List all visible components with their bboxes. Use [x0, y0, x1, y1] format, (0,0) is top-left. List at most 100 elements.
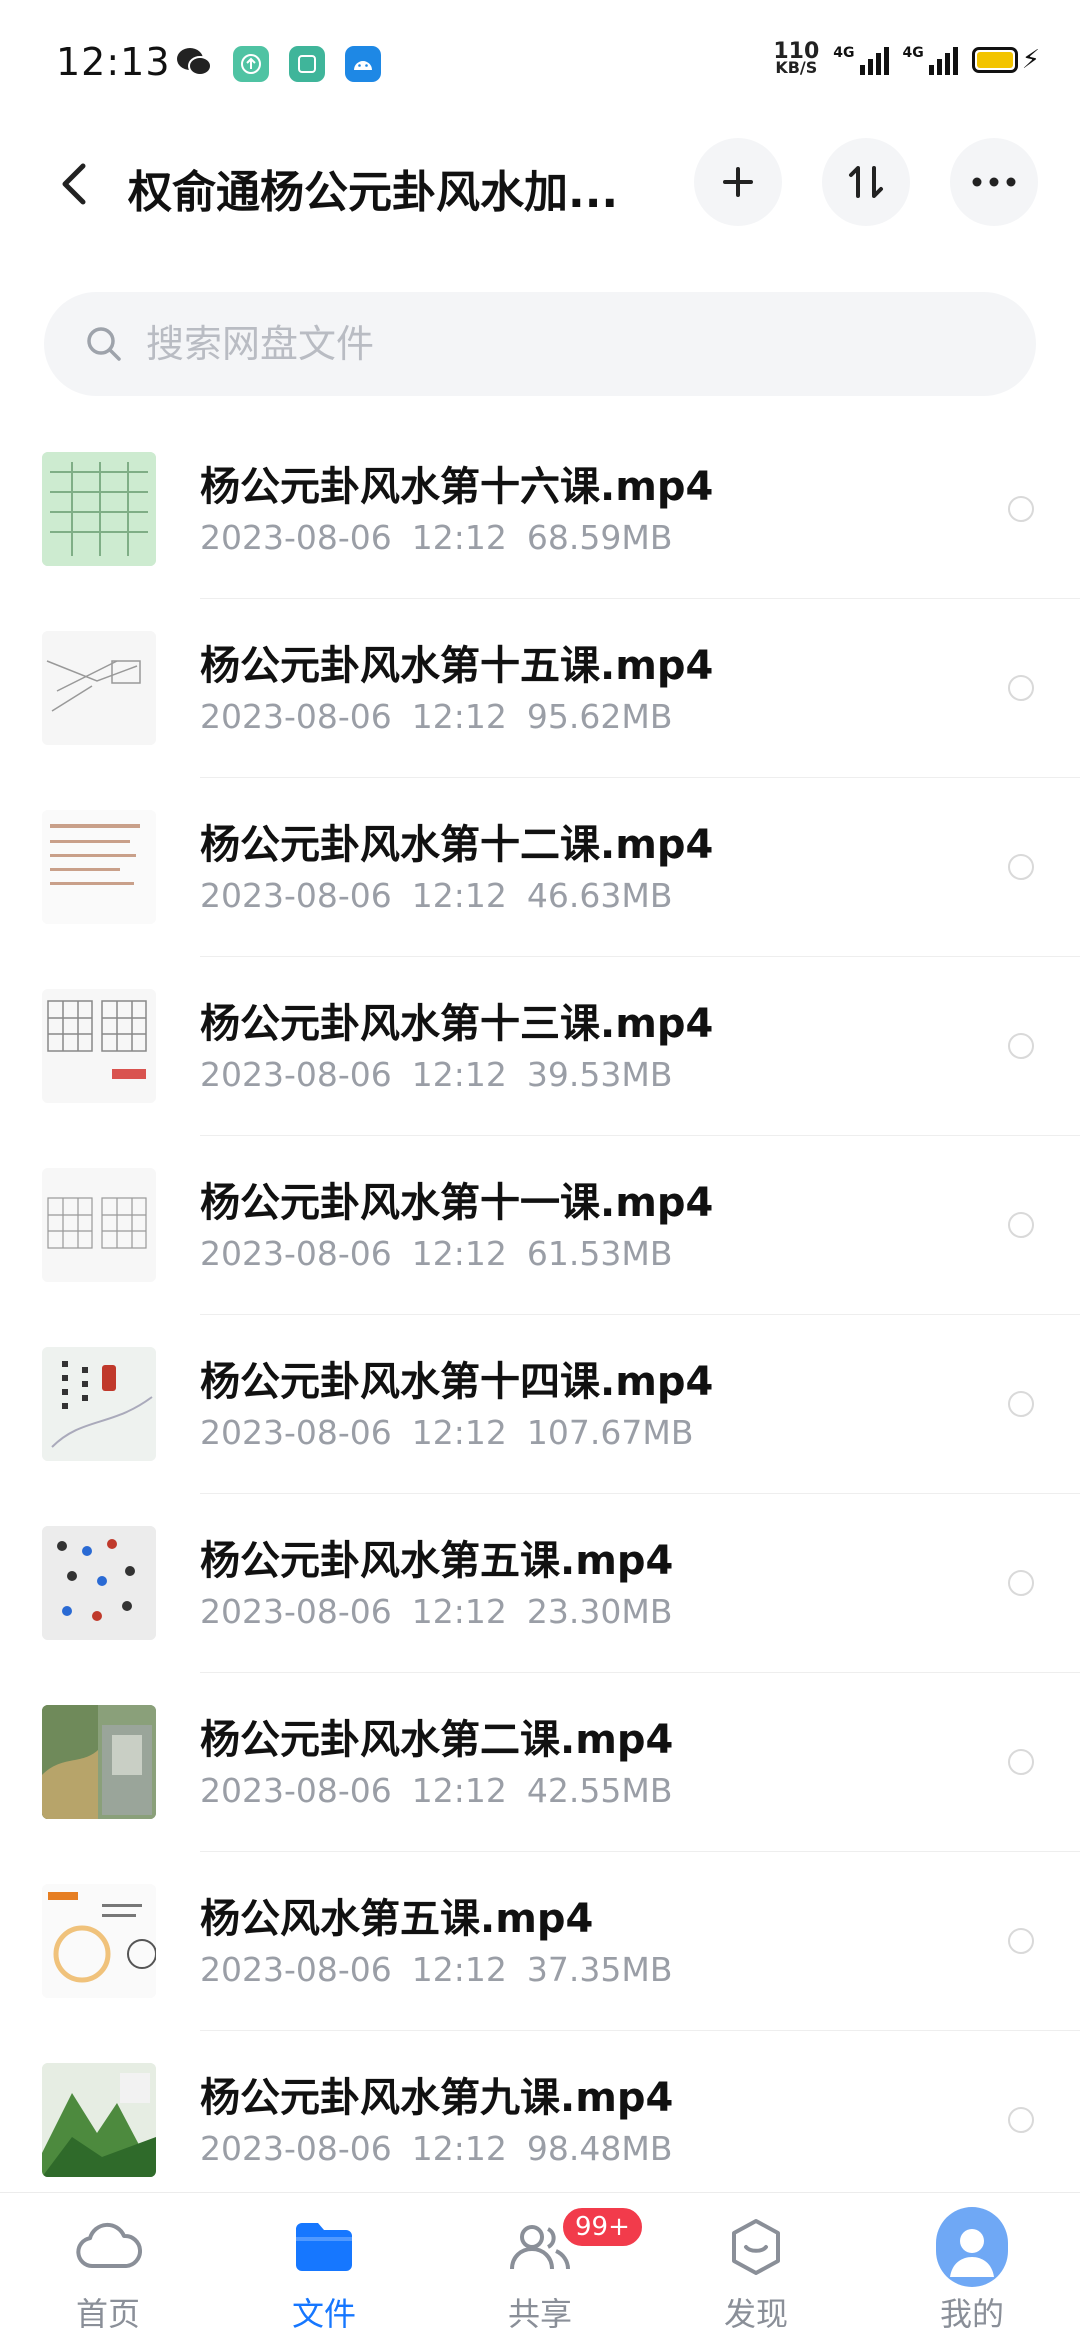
nav-discover[interactable]: 发现 [648, 2193, 864, 2340]
page-title: 权俞通杨公元卦风水加... [128, 167, 619, 218]
file-size: 42.55MB [526, 1771, 673, 1810]
file-size: 68.59MB [526, 518, 673, 557]
status-time: 12:13 [56, 40, 171, 84]
file-row[interactable]: 杨公元卦风水第二课.mp4 2023-08-06 12:12 42.55MB [0, 1673, 1080, 1852]
file-row[interactable]: 杨公元卦风水第十六课.mp4 2023-08-06 12:12 68.59MB [0, 420, 1080, 599]
more-button[interactable] [950, 138, 1038, 226]
android-app-icon [345, 46, 381, 82]
file-name: 杨公元卦风水第十一课.mp4 [200, 1180, 714, 1226]
search-input[interactable] [144, 321, 944, 367]
file-date: 2023-08-06 [200, 1592, 392, 1631]
file-time: 12:12 [411, 1592, 507, 1631]
video-thumbnail [42, 2063, 156, 2177]
search-bar[interactable] [44, 292, 1036, 396]
file-date: 2023-08-06 [200, 1055, 392, 1094]
signal-1-icon: 4G [833, 45, 889, 75]
select-checkbox[interactable] [1008, 675, 1034, 701]
file-meta: 2023-08-06 12:12 107.67MB [200, 1413, 713, 1452]
file-date: 2023-08-06 [200, 518, 392, 557]
file-time: 12:12 [411, 518, 507, 557]
window-app-icon [289, 46, 325, 82]
video-thumbnail [42, 1705, 156, 1819]
file-size: 61.53MB [526, 1234, 673, 1273]
search-icon [87, 327, 121, 361]
file-row[interactable]: 杨公元卦风水第五课.mp4 2023-08-06 12:12 23.30MB [0, 1494, 1080, 1673]
signal-2-label: 4G [902, 45, 924, 61]
select-checkbox[interactable] [1008, 2107, 1034, 2133]
sort-icon [849, 166, 883, 198]
share-badge: 99+ [560, 2205, 645, 2249]
file-row[interactable]: 杨公风水第五课.mp4 2023-08-06 12:12 37.35MB [0, 1852, 1080, 2031]
file-row[interactable]: 杨公元卦风水第十三课.mp4 2023-08-06 12:12 39.53MB [0, 957, 1080, 1136]
file-row[interactable]: 杨公元卦风水第十一课.mp4 2023-08-06 12:12 61.53MB [0, 1136, 1080, 1315]
file-meta: 2023-08-06 12:12 95.62MB [200, 697, 692, 736]
file-size: 98.48MB [526, 2129, 673, 2168]
file-row[interactable]: 杨公元卦风水第九课.mp4 2023-08-06 12:12 98.48MB [0, 2031, 1080, 2210]
select-checkbox[interactable] [1008, 1391, 1034, 1417]
back-button[interactable] [44, 154, 104, 214]
sort-button[interactable] [822, 138, 910, 226]
file-row[interactable]: 杨公元卦风水第十二课.mp4 2023-08-06 12:12 46.63MB [0, 778, 1080, 957]
select-checkbox[interactable] [1008, 1570, 1034, 1596]
file-size: 39.53MB [526, 1055, 673, 1094]
avatar-container [936, 2207, 1008, 2287]
select-checkbox[interactable] [1008, 1212, 1034, 1238]
bottom-nav: 首页 文件 99+ 共享 发现 我的 [0, 2192, 1080, 2340]
wechat-icon [177, 48, 212, 76]
discover-icon [720, 2211, 792, 2283]
file-time: 12:12 [411, 1055, 507, 1094]
file-meta: 2023-08-06 12:12 39.53MB [200, 1055, 692, 1094]
file-time: 12:12 [411, 1234, 507, 1273]
select-checkbox[interactable] [1008, 496, 1034, 522]
file-name: 杨公元卦风水第十五课.mp4 [200, 643, 714, 689]
file-meta: 2023-08-06 12:12 23.30MB [200, 1592, 692, 1631]
file-time: 12:12 [411, 876, 507, 915]
video-thumbnail [42, 1526, 156, 1640]
select-checkbox[interactable] [1008, 1033, 1034, 1059]
file-row[interactable]: 杨公元卦风水第十五课.mp4 2023-08-06 12:12 95.62MB [0, 599, 1080, 778]
file-name: 杨公元卦风水第十二课.mp4 [200, 822, 714, 868]
nav-label: 我的 [939, 2295, 1004, 2333]
file-name: 杨公风水第五课.mp4 [200, 1896, 594, 1942]
video-thumbnail [42, 989, 156, 1103]
select-checkbox[interactable] [1008, 1749, 1034, 1775]
file-date: 2023-08-06 [200, 1771, 392, 1810]
file-date: 2023-08-06 [200, 1950, 392, 1989]
file-date: 2023-08-06 [200, 1413, 392, 1452]
signal-2-icon: 4G [903, 45, 958, 75]
folder-icon [288, 2211, 360, 2283]
nav-files[interactable]: 文件 [216, 2193, 432, 2340]
video-thumbnail [42, 1168, 156, 1282]
status-bar: 12:13 110 KB/S 4G 4G ⚡ [0, 0, 1080, 130]
file-name: 杨公元卦风水第十四课.mp4 [200, 1359, 714, 1405]
video-thumbnail [42, 1347, 156, 1461]
video-thumbnail [42, 452, 156, 566]
select-checkbox[interactable] [1008, 854, 1034, 880]
select-checkbox[interactable] [1008, 1928, 1034, 1954]
file-date: 2023-08-06 [200, 2129, 392, 2168]
nav-label: 首页 [75, 2295, 140, 2333]
video-thumbnail [42, 1884, 156, 1998]
file-time: 12:12 [411, 1950, 507, 1989]
file-size: 37.35MB [526, 1950, 673, 1989]
file-meta: 2023-08-06 12:12 46.63MB [200, 876, 692, 915]
file-meta: 2023-08-06 12:12 37.35MB [200, 1950, 692, 1989]
nav-label: 共享 [507, 2295, 572, 2333]
nav-home[interactable]: 首页 [0, 2193, 216, 2340]
upload-app-icon [233, 46, 269, 82]
file-meta: 2023-08-06 12:12 68.59MB [200, 518, 692, 557]
add-button[interactable] [694, 138, 782, 226]
nav-share[interactable]: 99+ 共享 [432, 2193, 648, 2340]
net-speed: 110 KB/S [773, 41, 819, 77]
file-size: 107.67MB [526, 1413, 694, 1452]
signal-1-label: 4G [833, 45, 855, 61]
nav-mine[interactable]: 我的 [864, 2193, 1080, 2340]
net-speed-unit: KB/S [775, 58, 818, 77]
file-name: 杨公元卦风水第二课.mp4 [200, 1717, 674, 1763]
file-date: 2023-08-06 [200, 697, 392, 736]
file-meta: 2023-08-06 12:12 98.48MB [200, 2129, 692, 2168]
more-horizontal-icon [972, 177, 1016, 187]
file-date: 2023-08-06 [200, 876, 392, 915]
file-time: 12:12 [411, 2129, 507, 2168]
file-row[interactable]: 杨公元卦风水第十四课.mp4 2023-08-06 12:12 107.67MB [0, 1315, 1080, 1494]
